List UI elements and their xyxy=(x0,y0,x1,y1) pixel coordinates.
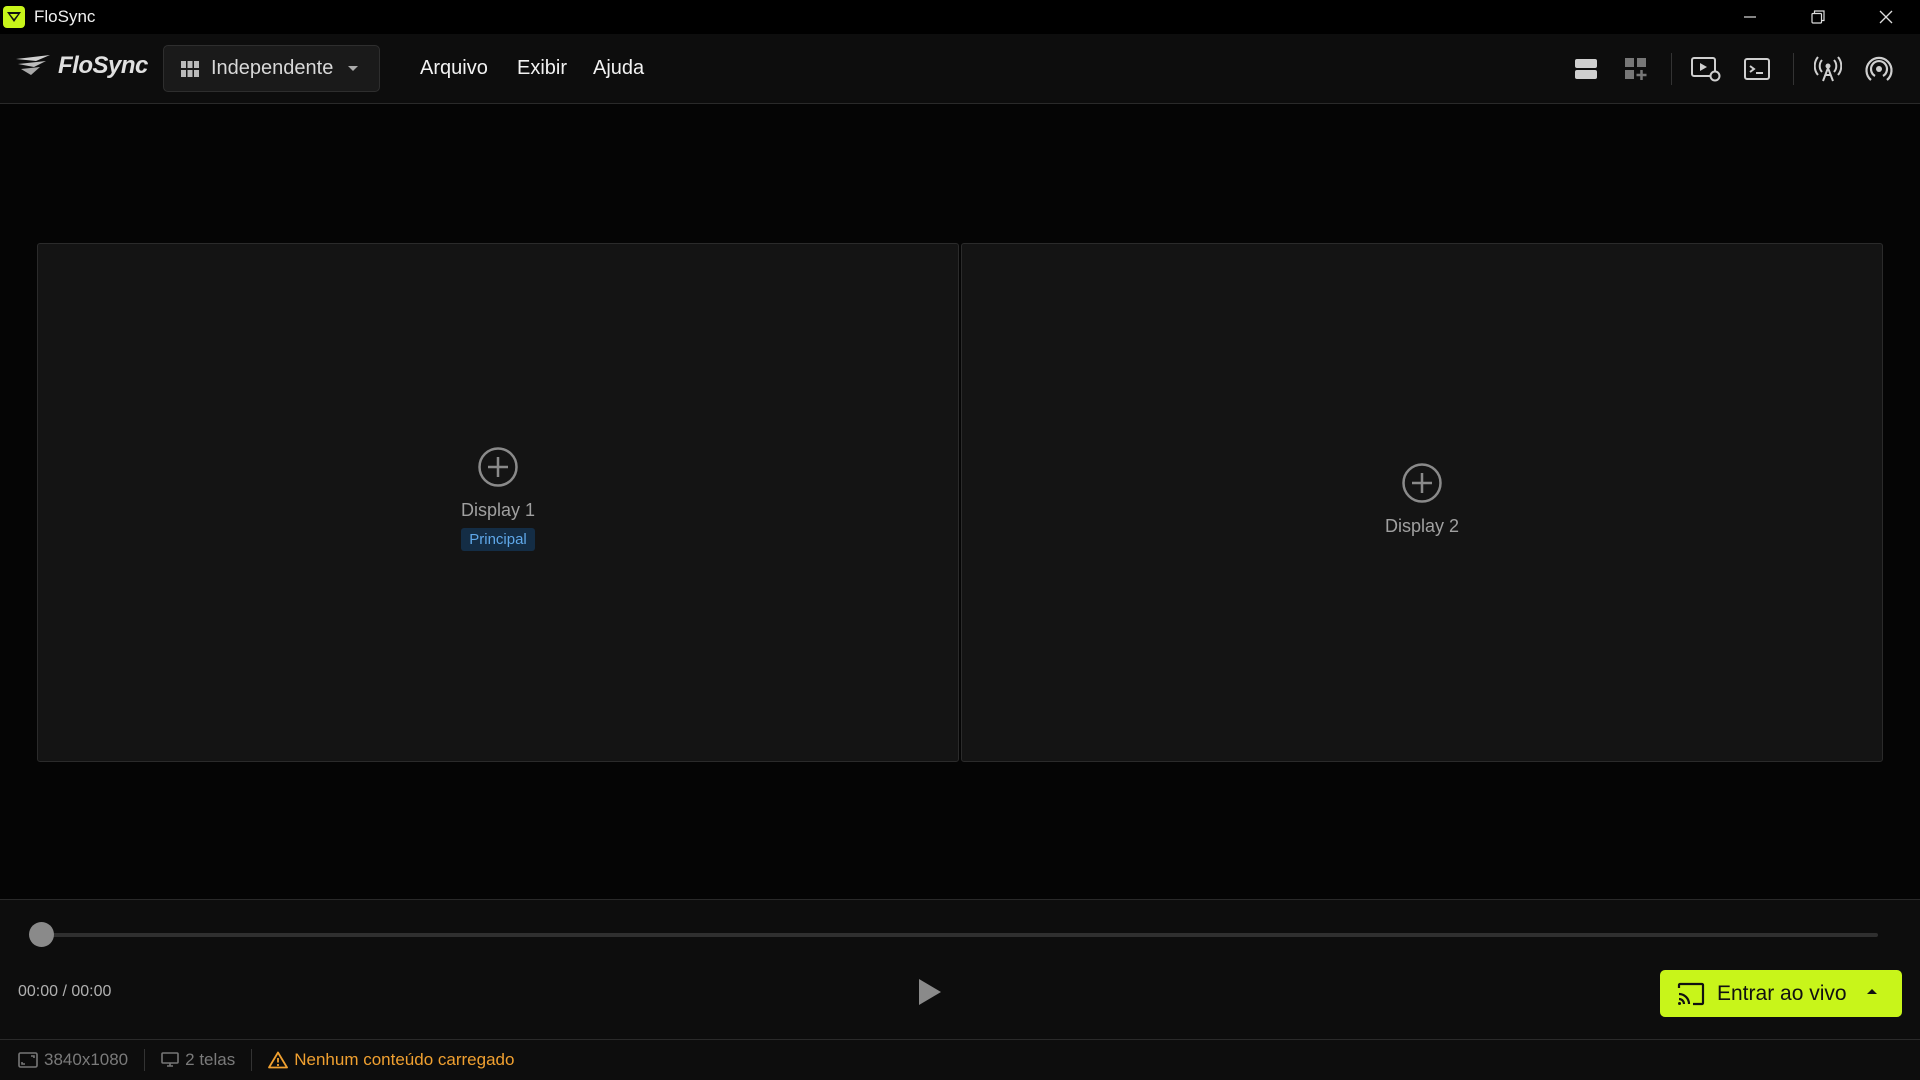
layout-list-icon[interactable] xyxy=(1571,54,1601,84)
layout-grid-add-icon[interactable] xyxy=(1621,54,1651,84)
mode-select[interactable]: Independente xyxy=(163,45,380,92)
screens-status: 2 telas xyxy=(161,1050,235,1070)
app-icon xyxy=(3,6,25,28)
menu-bar: FloSync Independente Arquivo Exibir Ajud… xyxy=(0,34,1920,104)
terminal-icon[interactable] xyxy=(1742,54,1772,84)
menu-arquivo[interactable]: Arquivo xyxy=(420,57,488,80)
monitor-icon xyxy=(161,1052,179,1067)
close-button[interactable] xyxy=(1852,0,1920,34)
workspace: Display 1 Principal Display 2 xyxy=(0,105,1920,899)
menu-ajuda[interactable]: Ajuda xyxy=(593,57,644,80)
window-controls xyxy=(1716,0,1920,34)
playback-time: 00:00 / 00:00 xyxy=(18,983,112,1000)
window-title: FloSync xyxy=(34,7,96,26)
resolution-icon xyxy=(18,1052,38,1068)
warning-text: Nenhum conteúdo carregado xyxy=(294,1050,515,1069)
screens-count: 2 telas xyxy=(185,1050,236,1069)
add-content-icon[interactable] xyxy=(477,446,519,488)
mode-select-value: Independente xyxy=(211,57,334,79)
status-divider xyxy=(144,1049,146,1071)
restore-button[interactable] xyxy=(1784,0,1852,34)
playback-bar: 00:00 / 00:00 Entrar ao vivo xyxy=(0,899,1920,1039)
primary-badge: Principal xyxy=(461,528,535,551)
toolbar-divider xyxy=(1793,53,1794,85)
go-live-label: Entrar ao vivo xyxy=(1717,981,1847,1005)
display-1-content: Display 1 Principal xyxy=(38,446,958,551)
caret-up-icon[interactable] xyxy=(1866,987,1878,995)
seek-thumb[interactable] xyxy=(29,922,54,947)
signal-receiver-icon[interactable] xyxy=(1864,54,1894,84)
cast-icon xyxy=(1677,982,1705,1005)
status-divider xyxy=(251,1049,253,1071)
flosync-logo-icon xyxy=(16,55,50,75)
resolution-value: 3840x1080 xyxy=(44,1050,129,1069)
media-settings-icon[interactable] xyxy=(1691,54,1721,84)
display-2-panel[interactable]: Display 2 xyxy=(961,243,1883,762)
toolbar-divider xyxy=(1671,53,1672,85)
display-1-label: Display 1 xyxy=(460,500,536,520)
display-1-panel[interactable]: Display 1 Principal xyxy=(37,243,959,762)
seek-track[interactable] xyxy=(42,933,1878,937)
add-content-icon[interactable] xyxy=(1401,462,1443,504)
title-bar: FloSync xyxy=(0,0,1920,34)
content-warning: Nenhum conteúdo carregado xyxy=(268,1050,514,1070)
status-bar: 3840x1080 2 telas Nenhum conteúdo carreg… xyxy=(0,1039,1920,1080)
play-icon[interactable] xyxy=(917,977,943,1007)
minimize-button[interactable] xyxy=(1716,0,1784,34)
warning-icon xyxy=(268,1051,289,1069)
logo-text: FloSync xyxy=(58,52,148,79)
grid-icon xyxy=(181,60,199,77)
menu-exibir[interactable]: Exibir xyxy=(517,57,567,80)
resolution-status: 3840x1080 xyxy=(18,1050,128,1070)
display-2-content: Display 2 xyxy=(962,462,1882,537)
broadcast-antenna-icon[interactable] xyxy=(1813,54,1843,84)
display-2-label: Display 2 xyxy=(1384,516,1460,536)
go-live-button[interactable]: Entrar ao vivo xyxy=(1660,970,1902,1017)
caret-down-icon xyxy=(348,66,358,71)
app-logo: FloSync xyxy=(14,52,148,80)
